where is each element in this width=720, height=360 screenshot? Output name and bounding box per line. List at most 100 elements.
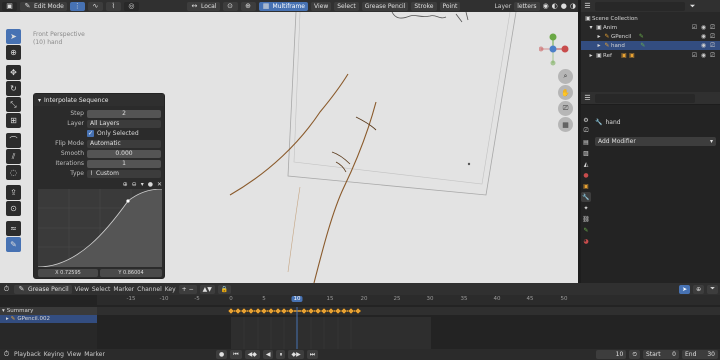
editor-mode-dropdown[interactable]: ✎ Grease Pencil xyxy=(14,284,72,294)
scene-tab-icon[interactable]: ◭ xyxy=(581,159,591,169)
material-tab-icon[interactable]: ◕ xyxy=(581,236,591,246)
curve-mapping-widget[interactable] xyxy=(38,189,162,267)
operator-panel[interactable]: ▾ Interpolate Sequence Step 2 Layer All … xyxy=(33,93,165,279)
expand-icon[interactable]: ▾ xyxy=(587,24,595,32)
solid-shading-icon[interactable]: ● xyxy=(561,2,567,11)
interpolate-tool-icon[interactable]: ≈ xyxy=(6,221,21,236)
current-frame-indicator[interactable]: 10 xyxy=(291,296,303,302)
move-tool-icon[interactable]: ✥ xyxy=(6,65,21,80)
summary-channel[interactable]: ▾ Summary xyxy=(0,307,97,315)
cursor-icon[interactable]: ➤ xyxy=(679,284,691,294)
expand-icon[interactable]: ▸ xyxy=(587,52,595,60)
layer-dropdown[interactable]: letters xyxy=(514,1,540,11)
properties-editor[interactable]: ⚙ ⎚ ▤ ▨ ◭ ● ▣ 🔧 ✦ ⛓ ✎ ◕ 🔧 hand Add Modif… xyxy=(581,105,720,283)
properties-icon[interactable]: ☰ xyxy=(583,94,592,103)
radius-tool-icon[interactable]: ⊙ xyxy=(6,201,21,216)
camera-icon[interactable]: ⎚ xyxy=(709,42,716,49)
menu-view[interactable]: View xyxy=(75,286,89,293)
dopesheet-icon[interactable]: ⏱ xyxy=(2,285,11,294)
outliner-filter[interactable] xyxy=(595,1,685,11)
expand-icon[interactable]: ▾ xyxy=(2,308,5,314)
gizmo-y[interactable] xyxy=(549,45,557,53)
expand-icon[interactable]: ▸ xyxy=(595,33,603,41)
navigation-gizmo[interactable] xyxy=(539,33,569,67)
effects-tab-icon[interactable]: ✦ xyxy=(581,203,591,213)
multiframe-toggle[interactable]: ▦ Multiframe xyxy=(258,1,308,11)
gpencil-channel[interactable]: ▸ ✎ GPencil.002 xyxy=(0,315,97,323)
bend-tool-icon[interactable]: ⌒ xyxy=(6,133,21,148)
select-segment-button[interactable]: ⌇ xyxy=(105,1,121,11)
pan-hand-icon[interactable]: ✋ xyxy=(558,85,573,100)
camera-icon[interactable]: ⎚ xyxy=(558,101,573,116)
outliner-row[interactable]: ▸ ▣ Ref ▣ ▣ ☑ ◉ ⎚ xyxy=(581,51,720,60)
record-icon[interactable]: ● xyxy=(215,350,228,359)
channel-list[interactable]: ▾ Summary ▸ ✎ GPencil.002 xyxy=(0,307,97,350)
handle-icon[interactable]: ● xyxy=(148,181,153,188)
proportional-button[interactable]: ◎ xyxy=(123,1,139,11)
object-tab-icon[interactable]: ▣ xyxy=(581,181,591,191)
properties-search[interactable] xyxy=(595,93,695,103)
menu-playback[interactable]: Playback xyxy=(14,351,41,358)
camera-icon[interactable]: ⎚ xyxy=(709,52,716,59)
clock-icon[interactable]: ⏲ xyxy=(629,350,640,359)
pivot-button[interactable]: ⊙ xyxy=(222,1,238,11)
scale-tool-icon[interactable]: ⤡ xyxy=(6,97,21,112)
select-points-button[interactable]: ⋮ xyxy=(69,1,85,11)
zoom-icon[interactable]: ⌕ xyxy=(558,69,573,84)
tool-tab-icon[interactable]: ⚙ xyxy=(581,115,591,125)
interpolation-button[interactable]: ▲▼ xyxy=(199,284,215,294)
extrude-tool-icon[interactable]: ⇪ xyxy=(6,185,21,200)
orientation-dropdown[interactable]: ↔ Local xyxy=(186,1,220,11)
menu-marker[interactable]: Marker xyxy=(113,286,134,293)
zoom-in-icon[interactable]: ⊕ xyxy=(123,181,128,188)
modifier-tab-icon[interactable]: 🔧 xyxy=(581,192,591,202)
next-keyframe-icon[interactable]: ◆▶ xyxy=(288,350,304,359)
outliner[interactable]: ▣ Scene Collection ▾ ▣ Anim ☑ ◉ ⎚ ▸ ✎ GPen… xyxy=(581,12,720,92)
checkbox-icon[interactable]: ☑ xyxy=(691,52,698,59)
annotate-tool-icon[interactable]: ✎ xyxy=(6,237,21,252)
camera-icon[interactable]: ⎚ xyxy=(709,24,716,31)
step-field[interactable]: 2 xyxy=(87,109,161,118)
visibility-icon[interactable]: ◉ xyxy=(543,2,549,11)
rotate-tool-icon[interactable]: ↻ xyxy=(6,81,21,96)
cursor-tool-icon[interactable]: ⊕ xyxy=(6,45,21,60)
filter-icon[interactable]: ⏷ xyxy=(688,2,697,11)
menu-channel[interactable]: Channel xyxy=(137,286,162,293)
menu-keying[interactable]: Keying xyxy=(44,351,64,358)
outliner-row[interactable]: ▾ ▣ Anim ☑ ◉ ⎚ xyxy=(581,23,720,32)
snap-button[interactable]: ⊕ xyxy=(240,1,256,11)
current-frame-field[interactable]: 10 xyxy=(596,350,627,359)
add-modifier-button[interactable]: Add Modifier ▾ xyxy=(595,137,716,146)
transform-tool-icon[interactable]: ⊞ xyxy=(6,113,21,128)
render-tab-icon[interactable]: ⎚ xyxy=(581,126,591,136)
outliner-row[interactable]: ▸ ✎ GPencil ✎ ◉ ⎚ xyxy=(581,32,720,41)
keyframe-area[interactable] xyxy=(97,307,720,350)
gizmo-x[interactable] xyxy=(561,45,569,53)
menu-view[interactable]: View xyxy=(311,1,332,11)
world-tab-icon[interactable]: ● xyxy=(581,170,591,180)
curve-y-field[interactable]: Y 0.86004 xyxy=(100,269,162,277)
3d-viewport[interactable]: Front Perspective (10) hand ⌕ ✋ ⎚ ▦ ➤ ⊕ … xyxy=(0,12,578,283)
data-tab-icon[interactable]: ✎ xyxy=(581,225,591,235)
eye-icon[interactable]: ◉ xyxy=(700,52,707,59)
menu-key[interactable]: Key xyxy=(165,286,176,293)
outliner-row[interactable]: ▣ Scene Collection xyxy=(581,14,720,23)
outliner-row-selected[interactable]: ▸ ✎ hand ✎ ◉ ⎚ xyxy=(581,41,720,50)
only-selected-checkbox[interactable]: ✓ xyxy=(87,130,94,137)
menu-view[interactable]: View xyxy=(67,351,81,358)
select-tool-icon[interactable]: ➤ xyxy=(6,29,21,44)
lock-icon[interactable]: 🔒 xyxy=(217,284,232,294)
checkbox-icon[interactable]: ☑ xyxy=(691,24,698,31)
curve-x-field[interactable]: X 0.72595 xyxy=(38,269,98,277)
layer-select[interactable]: All Layers xyxy=(87,119,161,128)
camera-icon[interactable]: ⎚ xyxy=(709,33,716,40)
select-stroke-button[interactable]: ∿ xyxy=(87,1,103,11)
flip-mode-select[interactable]: Automatic xyxy=(87,139,161,148)
operator-panel-header[interactable]: ▾ Interpolate Sequence xyxy=(34,94,164,106)
chevron-down-icon[interactable]: ▾ xyxy=(141,181,144,188)
zoom-out-icon[interactable]: ⊖ xyxy=(132,181,137,188)
dopesheet-timeline[interactable]: ⏱ ✎ Grease Pencil View Select Marker Chan… xyxy=(0,283,720,360)
prev-keyframe-icon[interactable]: ◀◆ xyxy=(244,350,260,359)
material-shading-icon[interactable]: ◑ xyxy=(570,2,576,11)
start-frame-field[interactable]: Start 0 xyxy=(643,350,679,359)
